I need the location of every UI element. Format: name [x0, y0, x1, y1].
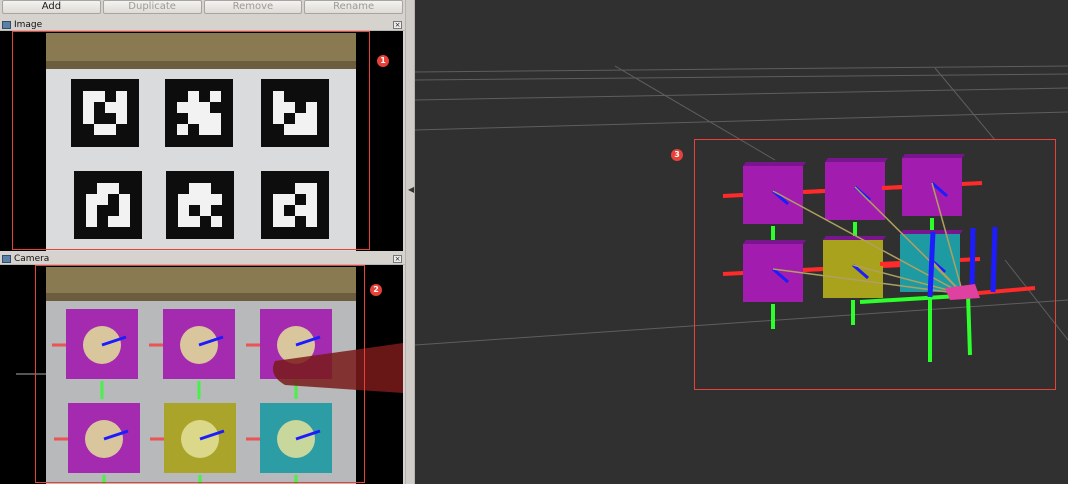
panel-splitter[interactable]: ◀: [405, 0, 415, 484]
close-icon[interactable]: ×: [393, 21, 402, 29]
collapse-arrow-icon[interactable]: ◀: [408, 185, 414, 194]
highlight-box-2: [35, 265, 365, 483]
image-panel-title: Image: [14, 20, 43, 30]
camera-view: 2: [0, 265, 403, 484]
close-icon[interactable]: ×: [393, 255, 402, 263]
badge-3: 3: [671, 149, 683, 161]
remove-button[interactable]: Remove: [203, 0, 303, 14]
highlight-box-3: [694, 139, 1056, 390]
image-view: 1: [0, 31, 403, 251]
left-panel: Add Duplicate Remove Rename Image × 1 Ca…: [0, 0, 405, 484]
camera-panel-titlebar: Camera ×: [0, 254, 405, 265]
display-toolbar: Add Duplicate Remove Rename: [0, 0, 405, 16]
rename-button[interactable]: Rename: [304, 0, 403, 14]
add-button[interactable]: Add: [2, 0, 101, 14]
panel-icon: [2, 21, 11, 29]
rviz-window: Add Duplicate Remove Rename Image × 1 Ca…: [0, 0, 1068, 484]
highlight-box-1: [12, 31, 370, 250]
badge-2: 2: [370, 284, 382, 296]
camera-panel-title: Camera: [14, 254, 50, 264]
panel-icon: [2, 255, 11, 263]
badge-1: 1: [377, 55, 389, 67]
image-panel-titlebar: Image ×: [0, 20, 405, 31]
duplicate-button[interactable]: Duplicate: [102, 0, 202, 14]
3d-viewport[interactable]: 3: [415, 0, 1068, 484]
